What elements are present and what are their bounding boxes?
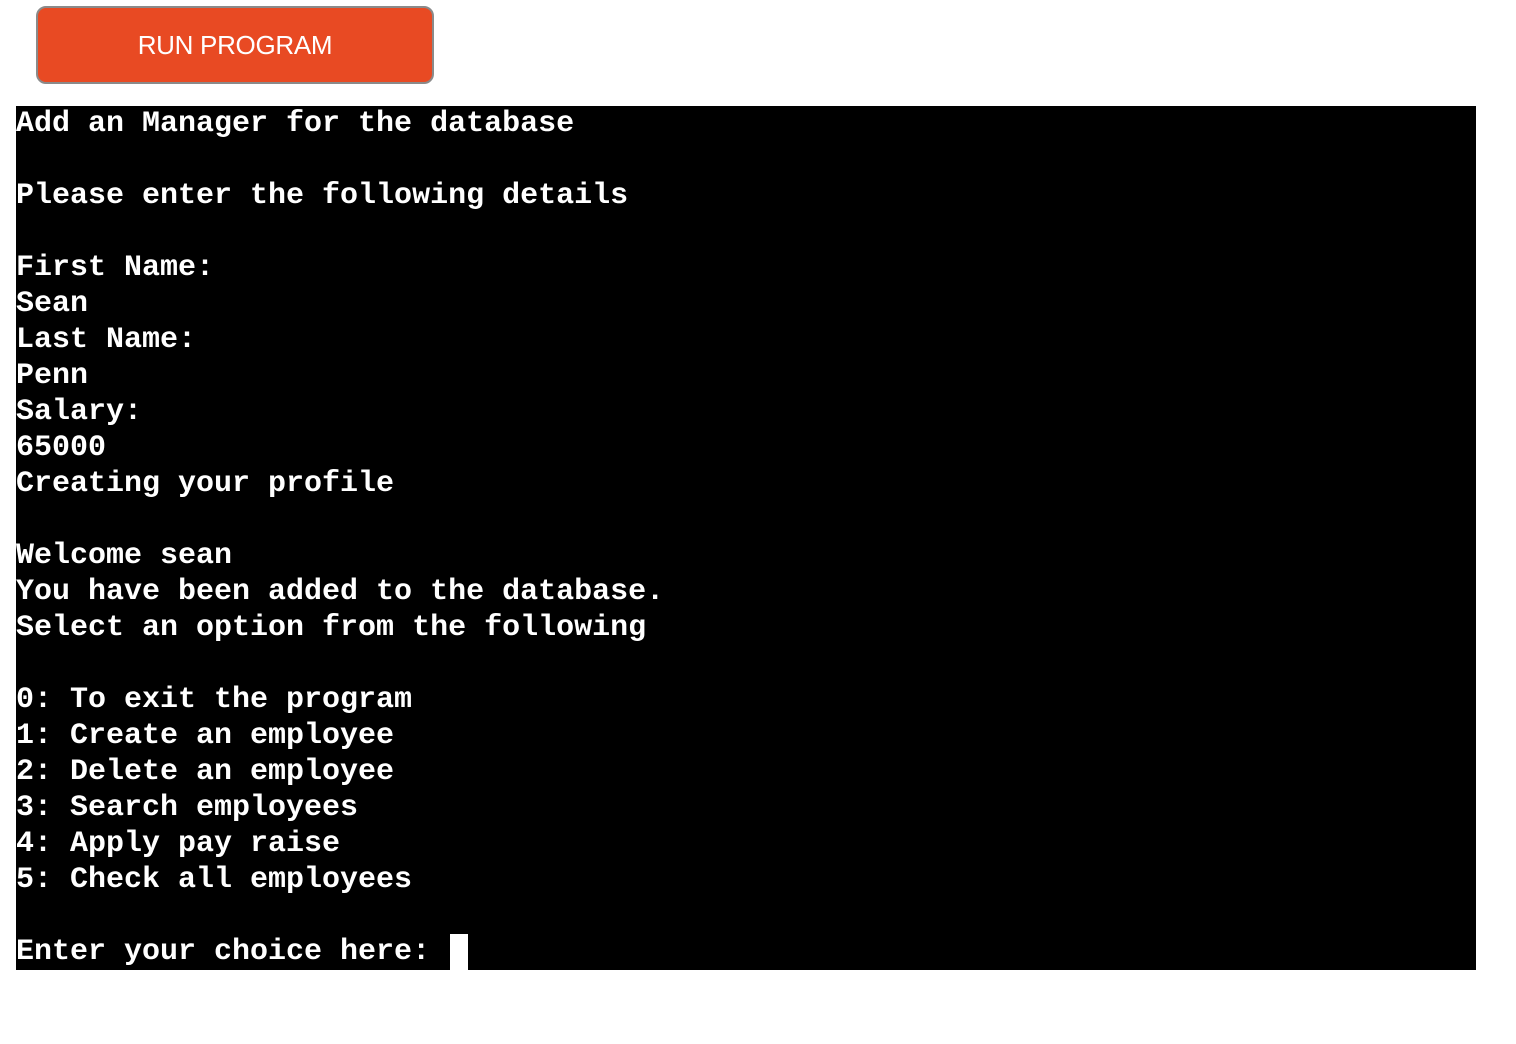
menu-option-3: 3: Search employees [16,791,359,825]
terminal-line: 65000 [16,431,107,465]
terminal-line: Creating your profile [16,467,395,501]
terminal-cursor [450,934,469,970]
terminal-line: First Name: [16,251,215,285]
terminal-line: Sean [16,287,89,321]
terminal-line: Select an option from the following [16,611,647,645]
menu-option-4: 4: Apply pay raise [16,827,341,861]
terminal-line: Please enter the following details [16,179,629,213]
run-program-button[interactable]: RUN PROGRAM [36,6,434,84]
terminal-window[interactable]: Add an Manager for the database Please e… [16,106,1476,970]
terminal-line: Welcome sean [16,539,233,573]
terminal-line: Add an Manager for the database [16,107,575,141]
menu-option-5: 5: Check all employees [16,863,413,897]
menu-option-2: 2: Delete an employee [16,755,395,789]
terminal-line: You have been added to the database. [16,575,665,609]
menu-option-1: 1: Create an employee [16,719,395,753]
terminal-line: Penn [16,359,89,393]
terminal-line: Last Name: [16,323,197,357]
terminal-line: Salary: [16,395,143,429]
menu-option-0: 0: To exit the program [16,683,413,717]
choice-prompt-label: Enter your choice here: [16,935,449,969]
choice-prompt[interactable]: Enter your choice here: [16,934,1476,970]
